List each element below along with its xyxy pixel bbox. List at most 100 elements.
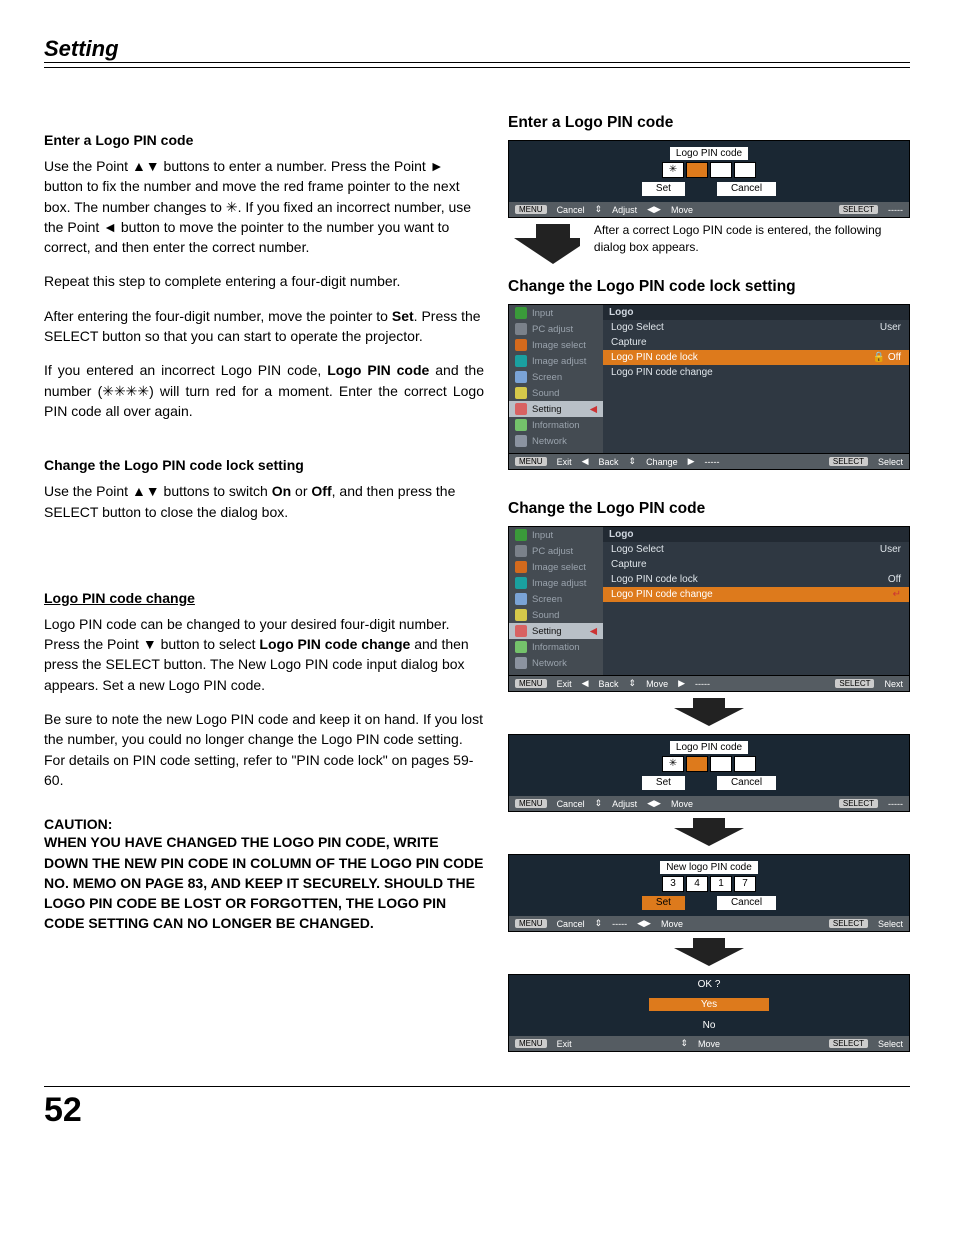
sidebar-label: Screen bbox=[532, 594, 562, 605]
logo-pin-dialog: Logo PIN code ✳ Set Cancel MENUCancel ⇕A… bbox=[508, 734, 910, 812]
menu-item[interactable]: Logo PIN code change↵ bbox=[603, 587, 909, 602]
pin-digit-selected[interactable] bbox=[686, 162, 708, 178]
leftright-icon: ◀▶ bbox=[647, 204, 661, 215]
sidebar-label: Setting bbox=[532, 404, 562, 415]
dialog-title: Logo PIN code bbox=[670, 147, 748, 160]
body-text: Repeat this step to complete entering a … bbox=[44, 271, 484, 291]
pin-digit[interactable]: 7 bbox=[734, 876, 756, 892]
set-button[interactable]: Set bbox=[642, 182, 685, 196]
sidebar: InputPC adjustImage selectImage adjust Sc… bbox=[509, 527, 603, 675]
hint-bar: MENUExit ◀Back ⇕Change ▶----- SELECTSele… bbox=[508, 454, 910, 470]
body-text: Use the Point ▲▼ buttons to switch On or… bbox=[44, 481, 484, 522]
sidebar-item[interactable]: Input bbox=[509, 527, 603, 543]
sidebar-item[interactable]: Network bbox=[509, 655, 603, 671]
sidebar-item[interactable]: Information bbox=[509, 417, 603, 433]
sidebar-label: Information bbox=[532, 642, 580, 653]
body-text: Logo PIN code can be changed to your des… bbox=[44, 614, 484, 695]
hint-bar: MENUCancel ⇕----- ◀▶Move SELECTSelect bbox=[509, 916, 909, 931]
caution-label: CAUTION: bbox=[44, 816, 484, 832]
menu-icon bbox=[515, 609, 527, 621]
sidebar-label: Sound bbox=[532, 388, 559, 399]
menu-icon bbox=[515, 641, 527, 653]
sidebar-item[interactable]: Image adjust bbox=[509, 575, 603, 591]
sidebar-item[interactable]: Image select bbox=[509, 337, 603, 353]
sidebar-item[interactable]: Setting◀ bbox=[509, 623, 603, 639]
set-button[interactable]: Set bbox=[642, 776, 685, 790]
sidebar-item[interactable]: Sound bbox=[509, 607, 603, 623]
sidebar: Input PC adjustImage select Image adjust Sc… bbox=[509, 305, 603, 453]
heading-change-lock: Change the Logo PIN code lock setting bbox=[44, 457, 484, 473]
body-text: Be sure to note the new Logo PIN code an… bbox=[44, 709, 484, 790]
sidebar-label: Image adjust bbox=[532, 356, 586, 367]
updown-icon: ⇕ bbox=[629, 456, 637, 467]
sidebar-item[interactable]: PC adjust bbox=[509, 543, 603, 559]
sidebar-item[interactable]: Image adjust bbox=[509, 353, 603, 369]
chapter-title: Setting bbox=[44, 36, 910, 63]
section-title: Change the Logo PIN code bbox=[508, 500, 910, 518]
enter-icon: ↵ bbox=[893, 589, 901, 600]
sidebar-item[interactable]: Sound bbox=[509, 385, 603, 401]
select-icon: SELECT bbox=[829, 457, 868, 466]
menu-item[interactable]: Logo SelectUser bbox=[603, 542, 909, 557]
menu-icon bbox=[515, 355, 527, 367]
page-number: 52 bbox=[44, 1086, 910, 1130]
caution-body: WHEN YOU HAVE CHANGED THE LOGO PIN CODE,… bbox=[44, 832, 484, 933]
osd-menu: Input PC adjustImage select Image adjust Sc… bbox=[508, 304, 910, 454]
sidebar-item[interactable]: Image select bbox=[509, 559, 603, 575]
pin-digit[interactable]: ✳ bbox=[662, 756, 684, 772]
select-icon: SELECT bbox=[839, 205, 878, 214]
heading-pin-change: Logo PIN code change bbox=[44, 590, 484, 606]
pin-digit[interactable]: 4 bbox=[686, 876, 708, 892]
set-button[interactable]: Set bbox=[642, 896, 685, 910]
menu-item[interactable]: Logo PIN code lockOff bbox=[603, 572, 909, 587]
cancel-button[interactable]: Cancel bbox=[717, 776, 776, 790]
sidebar-item[interactable]: Input bbox=[509, 305, 603, 321]
divider bbox=[44, 67, 910, 68]
main-panel: Logo Logo SelectUserCaptureLogo PIN code… bbox=[603, 305, 909, 453]
menu-icon bbox=[515, 657, 527, 669]
body-text: After entering the four-digit number, mo… bbox=[44, 306, 484, 347]
cancel-button[interactable]: Cancel bbox=[717, 896, 776, 910]
menu-icon: MENU bbox=[515, 205, 547, 214]
menu-icon bbox=[515, 371, 527, 383]
hint-bar: MENUCancel ⇕Adjust ◀▶Move SELECT----- bbox=[509, 202, 909, 217]
menu-item[interactable]: Capture bbox=[603, 335, 909, 350]
logo-pin-dialog: Logo PIN code ✳ Set Cancel MENUCancel ⇕A… bbox=[508, 140, 910, 218]
body-text: If you entered an incorrect Logo PIN cod… bbox=[44, 360, 484, 421]
right-icon: ▶ bbox=[688, 456, 695, 467]
sidebar-label: Input bbox=[532, 308, 553, 319]
cancel-button[interactable]: Cancel bbox=[717, 182, 776, 196]
no-button[interactable]: No bbox=[649, 1019, 769, 1032]
pin-digit[interactable]: 1 bbox=[710, 876, 732, 892]
updown-icon: ⇕ bbox=[595, 204, 603, 215]
sidebar-item[interactable]: PC adjust bbox=[509, 321, 603, 337]
menu-item[interactable]: Logo PIN code lock🔒 Off bbox=[603, 350, 909, 365]
sidebar-item[interactable]: Information bbox=[509, 639, 603, 655]
pin-digit[interactable] bbox=[710, 162, 732, 178]
menu-item[interactable]: Logo SelectUser bbox=[603, 320, 909, 335]
sidebar-item[interactable]: Screen bbox=[509, 369, 603, 385]
menu-icon bbox=[515, 577, 527, 589]
pin-digit[interactable] bbox=[734, 756, 756, 772]
main-panel: Logo Logo SelectUserCaptureLogo PIN code… bbox=[603, 527, 909, 675]
sidebar-item[interactable]: Setting◀ bbox=[509, 401, 603, 417]
pin-digit[interactable] bbox=[734, 162, 756, 178]
pin-digit[interactable]: ✳ bbox=[662, 162, 684, 178]
sidebar-label: Network bbox=[532, 436, 567, 447]
chevron-left-icon: ◀ bbox=[590, 626, 597, 637]
pin-digit-selected[interactable] bbox=[686, 756, 708, 772]
pin-digit[interactable] bbox=[710, 756, 732, 772]
sidebar-item[interactable]: Network bbox=[509, 433, 603, 449]
menu-item[interactable]: Capture bbox=[603, 557, 909, 572]
panel-title: Logo bbox=[603, 305, 909, 320]
menu-icon bbox=[515, 307, 527, 319]
pin-digit[interactable]: 3 bbox=[662, 876, 684, 892]
arrow-down-icon bbox=[508, 936, 910, 968]
section-title: Enter a Logo PIN code bbox=[508, 114, 910, 132]
menu-item[interactable]: Logo PIN code change bbox=[603, 365, 909, 380]
sidebar-item[interactable]: Screen bbox=[509, 591, 603, 607]
yes-button[interactable]: Yes bbox=[649, 998, 769, 1011]
arrow-down-icon bbox=[508, 696, 910, 728]
confirm-dialog: OK ? Yes No MENUExit ⇕Move SELECTSelect bbox=[508, 974, 910, 1052]
lock-icon: 🔒 bbox=[873, 352, 885, 363]
